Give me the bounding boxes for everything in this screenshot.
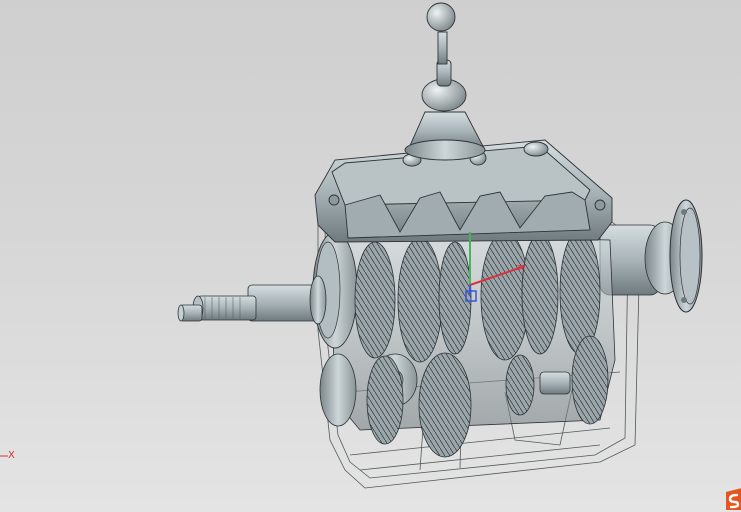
x-axis-label: X <box>8 450 15 461</box>
shift-lever[interactable] <box>404 2 486 161</box>
3d-viewport[interactable]: ZC X <box>0 0 741 512</box>
input-shaft <box>177 275 327 325</box>
gearbox-model[interactable]: ZC <box>0 0 741 512</box>
brand-logo-icon <box>726 488 741 510</box>
svg-text:ZC: ZC <box>516 264 526 272</box>
output-flange <box>599 199 703 313</box>
